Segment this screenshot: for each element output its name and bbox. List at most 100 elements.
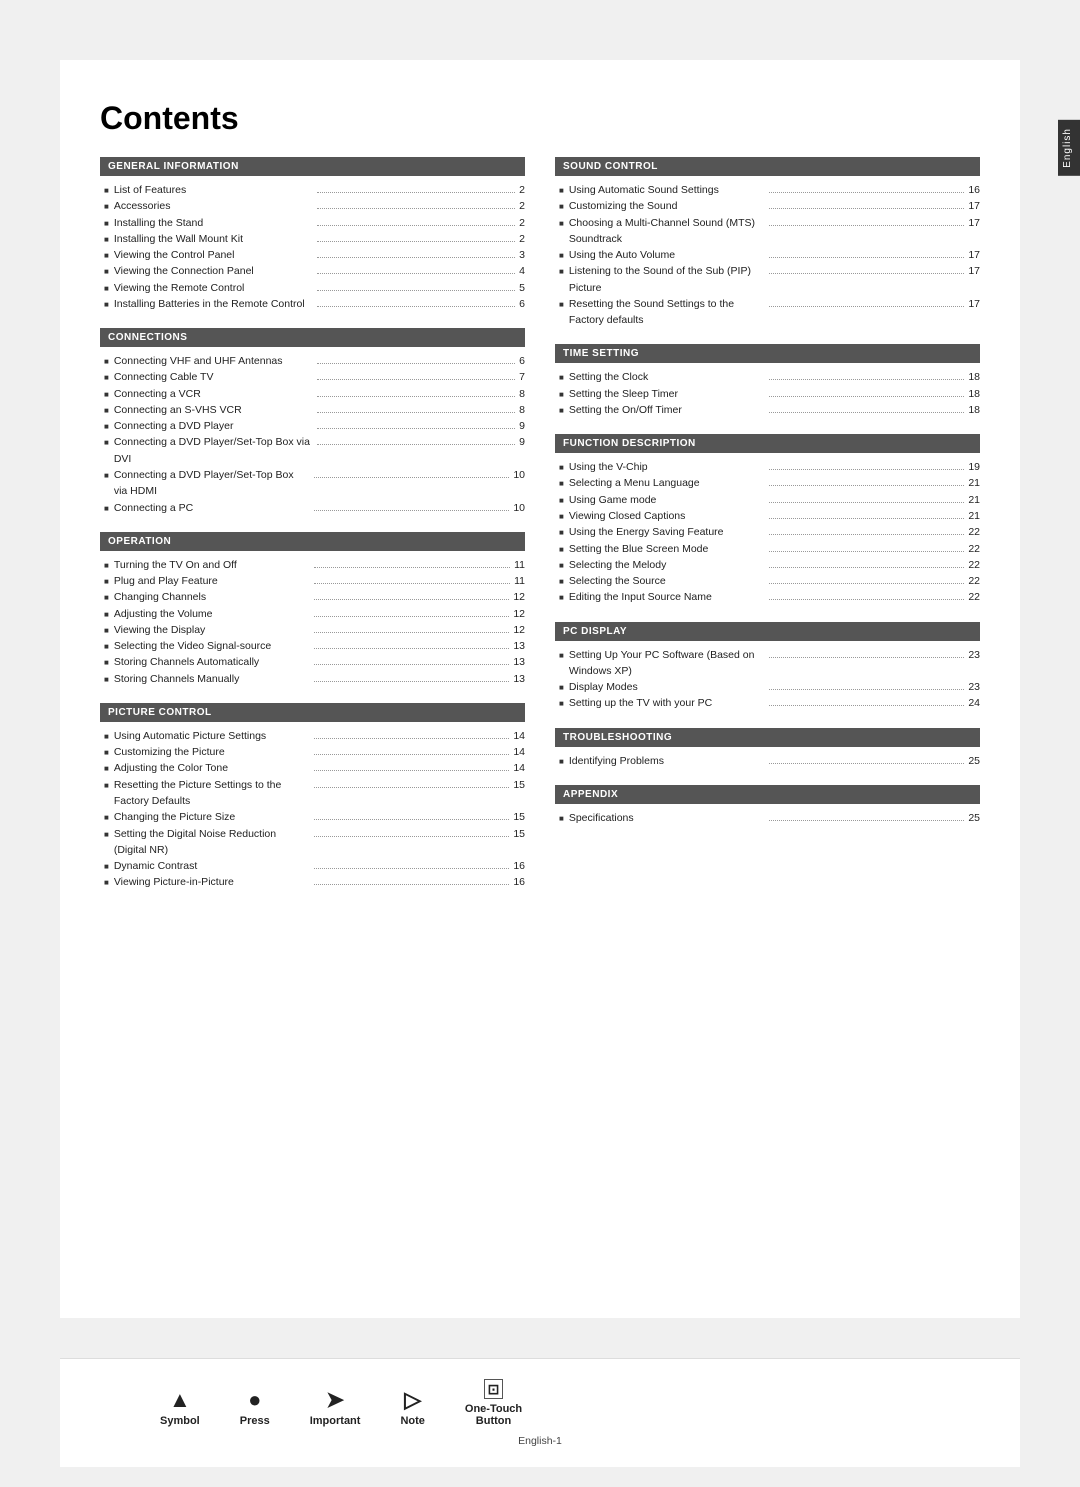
section-header: GENERAL INFORMATION	[100, 157, 525, 176]
legend-label: Note	[400, 1415, 424, 1427]
toc-page: 16	[968, 182, 980, 198]
section-header: TROUBLESHOOTING	[555, 728, 980, 747]
toc-dots	[769, 820, 965, 821]
section-sound-control: SOUND CONTROLUsing Automatic Sound Setti…	[555, 157, 980, 328]
toc-dots	[314, 836, 510, 837]
toc-item: Dynamic Contrast16	[104, 858, 525, 874]
toc-dots	[769, 379, 965, 380]
toc-page: 18	[968, 369, 980, 385]
side-tab: English	[1058, 120, 1080, 176]
toc-item: Setting the Sleep Timer18	[559, 386, 980, 402]
toc-page: 13	[513, 671, 525, 687]
toc-page: 22	[968, 573, 980, 589]
toc-item: Plug and Play Feature11	[104, 573, 525, 589]
section-function-description: FUNCTION DESCRIPTIONUsing the V-Chip19Se…	[555, 434, 980, 605]
toc-dots	[314, 787, 510, 788]
toc-page: 21	[968, 508, 980, 524]
toc-dots	[314, 583, 510, 584]
toc-item: Listening to the Sound of the Sub (PIP) …	[559, 263, 980, 296]
toc-item: Setting the Digital Noise Reduction (Dig…	[104, 826, 525, 859]
toc-dots	[769, 273, 965, 274]
toc-item: Using the V-Chip19	[559, 459, 980, 475]
toc-text: Display Modes	[569, 679, 765, 695]
toc-text: Setting the Clock	[569, 369, 765, 385]
toc-text: Setting the Sleep Timer	[569, 386, 765, 402]
toc-dots	[769, 763, 965, 764]
toc-text: Accessories	[114, 198, 313, 214]
toc-item: Adjusting the Color Tone14	[104, 760, 525, 776]
section-troubleshooting: TROUBLESHOOTINGIdentifying Problems25	[555, 728, 980, 769]
toc-text: Setting the Blue Screen Mode	[569, 541, 765, 557]
toc-dots	[769, 485, 965, 486]
toc-page: 2	[519, 215, 525, 231]
toc-item: Viewing Picture-in-Picture16	[104, 874, 525, 890]
toc-item: Turning the TV On and Off11	[104, 557, 525, 573]
legend-item-important: ➤Important	[310, 1389, 361, 1427]
toc-dots	[314, 599, 510, 600]
toc-text: Resetting the Sound Settings to the Fact…	[569, 296, 765, 329]
legend-icon: ➤	[326, 1389, 344, 1411]
toc-dots	[769, 583, 965, 584]
toc-page: 2	[519, 231, 525, 247]
toc-text: Setting the On/Off Timer	[569, 402, 765, 418]
toc-dots	[769, 257, 965, 258]
legend-icon: ⊡	[484, 1379, 504, 1399]
toc-item: Installing the Wall Mount Kit 2	[104, 231, 525, 247]
toc-item: Connecting an S-VHS VCR8	[104, 402, 525, 418]
toc-page: 13	[513, 638, 525, 654]
toc-page: 4	[519, 263, 525, 279]
toc-text: Identifying Problems	[569, 753, 765, 769]
toc-page: 5	[519, 280, 525, 296]
page: English Contents GENERAL INFORMATIONList…	[0, 0, 1080, 1487]
toc-text: Connecting an S-VHS VCR	[114, 402, 313, 418]
toc-page: 10	[513, 500, 525, 516]
toc-page: 22	[968, 524, 980, 540]
toc-dots	[769, 396, 965, 397]
legend-item-note: ▷Note	[400, 1389, 424, 1427]
toc-text: Adjusting the Volume	[114, 606, 310, 622]
toc-text: Selecting the Video Signal-source	[114, 638, 310, 654]
toc-text: Adjusting the Color Tone	[114, 760, 310, 776]
section-time-setting: TIME SETTINGSetting the Clock18Setting t…	[555, 344, 980, 418]
toc-item: Connecting a PC10	[104, 500, 525, 516]
toc-item: Using Game mode21	[559, 492, 980, 508]
toc-text: Installing the Wall Mount Kit	[114, 231, 313, 247]
toc-item: List of Features2	[104, 182, 525, 198]
toc-item: Viewing the Connection Panel4	[104, 263, 525, 279]
toc-item: Viewing the Remote Control 5	[104, 280, 525, 296]
toc-page: 21	[968, 492, 980, 508]
toc-page: 16	[513, 858, 525, 874]
toc-text: Choosing a Multi-Channel Sound (MTS) Sou…	[569, 215, 765, 248]
toc-dots	[769, 502, 965, 503]
toc-page: 17	[968, 263, 980, 279]
toc-dots	[317, 363, 516, 364]
section-general-information: GENERAL INFORMATION List of Features2Acce…	[100, 157, 525, 312]
toc-item: Selecting the Melody22	[559, 557, 980, 573]
toc-text: Selecting a Menu Language	[569, 475, 765, 491]
toc-text: Viewing Closed Captions	[569, 508, 765, 524]
toc-dots	[769, 534, 965, 535]
toc-dots	[769, 469, 965, 470]
toc-item: Installing the Stand2	[104, 215, 525, 231]
toc-item: Resetting the Sound Settings to the Fact…	[559, 296, 980, 329]
toc-page: 11	[514, 557, 525, 573]
toc-page: 17	[968, 198, 980, 214]
right-column: SOUND CONTROLUsing Automatic Sound Setti…	[555, 157, 980, 907]
toc-page: 21	[968, 475, 980, 491]
toc-item: Connecting a DVD Player9	[104, 418, 525, 434]
toc-item: Selecting the Source22	[559, 573, 980, 589]
toc-dots	[769, 689, 965, 690]
legend-label: One-Touch Button	[465, 1403, 522, 1427]
section-header: APPENDIX	[555, 785, 980, 804]
section-header: CONNECTIONS	[100, 328, 525, 347]
toc-page: 14	[513, 728, 525, 744]
toc-text: Viewing the Remote Control	[114, 280, 313, 296]
section-pc-display: PC DISPLAYSetting Up Your PC Software (B…	[555, 622, 980, 712]
toc-item: Connecting a DVD Player/Set-Top Box via …	[104, 434, 525, 467]
page-number: English-1	[100, 1435, 980, 1447]
legend-label: Symbol	[160, 1415, 200, 1427]
section-header: PICTURE CONTROL	[100, 703, 525, 722]
toc-page: 17	[968, 215, 980, 231]
toc-text: Setting the Digital Noise Reduction (Dig…	[114, 826, 310, 859]
toc-page: 6	[519, 353, 525, 369]
